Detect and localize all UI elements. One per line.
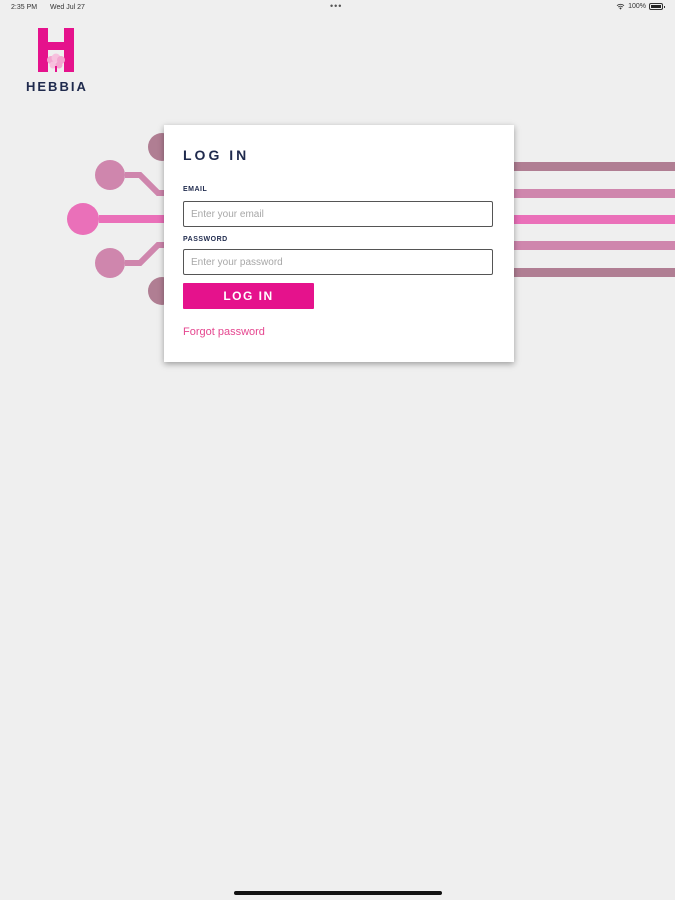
login-card: LOG IN EMAIL PASSWORD LOG IN Forgot pass… [164, 125, 514, 362]
logo-wordmark: HEBBIA [26, 79, 88, 94]
password-input[interactable] [183, 249, 493, 275]
wifi-icon [616, 3, 625, 10]
home-indicator[interactable] [234, 891, 442, 895]
password-label: PASSWORD [183, 236, 228, 243]
login-button[interactable]: LOG IN [183, 283, 314, 309]
battery-percent: 100% [628, 3, 646, 10]
battery-icon [649, 3, 665, 10]
forgot-password-link[interactable]: Forgot password [183, 326, 265, 338]
hebbia-logo-mark-icon [38, 28, 74, 72]
login-title: LOG IN [183, 147, 250, 163]
email-label: EMAIL [183, 186, 208, 193]
status-time: 2:35 PM [11, 4, 38, 11]
status-indicators: 100% [616, 3, 665, 10]
email-input[interactable] [183, 201, 493, 227]
multitasking-dots-icon[interactable]: ••• [330, 1, 342, 11]
status-date: Wed Jul 27 [50, 4, 85, 11]
status-bar: 2:35 PM Wed Jul 27 ••• 100% [0, 0, 675, 16]
